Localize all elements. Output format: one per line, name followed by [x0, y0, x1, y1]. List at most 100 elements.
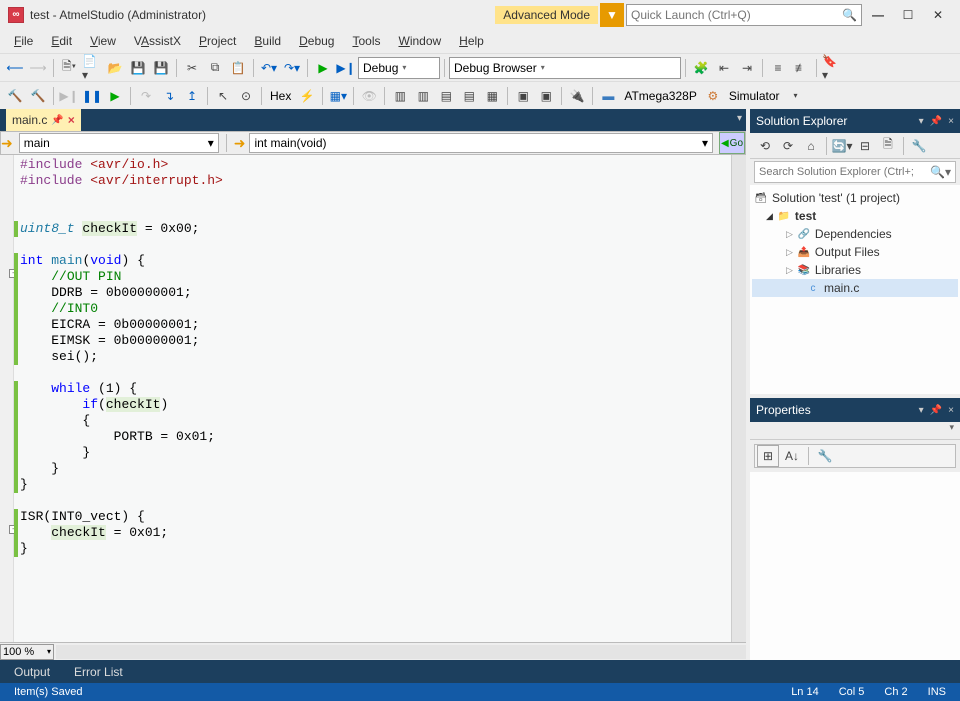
redo-button[interactable]: ↷▾ — [281, 57, 303, 79]
refresh-icon[interactable]: 🔄▾ — [831, 135, 853, 157]
step-into-button[interactable]: ↴ — [158, 85, 180, 107]
panel-menu-icon[interactable]: ▾ — [919, 405, 924, 416]
w5-icon[interactable]: ▦ — [481, 85, 503, 107]
menu-window[interactable]: Window — [390, 32, 449, 50]
close-button[interactable]: ✕ — [924, 4, 952, 26]
open-button[interactable]: 📂 — [104, 57, 126, 79]
pin-icon[interactable]: 📌 — [930, 405, 942, 416]
props-drop[interactable]: ▾ — [750, 422, 960, 440]
pin-icon[interactable]: 📌 — [930, 116, 942, 127]
uncomment-button[interactable]: ≢ — [790, 57, 812, 79]
memory-button[interactable]: ▦▾ — [327, 85, 349, 107]
w1-icon[interactable]: ▥ — [389, 85, 411, 107]
minimize-button[interactable]: — — [864, 4, 892, 26]
horizontal-scrollbar[interactable] — [56, 645, 746, 659]
pause-button[interactable]: ❚❚ — [81, 85, 103, 107]
pin-icon[interactable]: 📌 — [51, 115, 63, 126]
output-files-node[interactable]: ▷📤Output Files — [752, 243, 958, 261]
step-out-button[interactable]: ↥ — [181, 85, 203, 107]
back-icon[interactable]: ⟲ — [754, 135, 776, 157]
menu-build[interactable]: Build — [246, 32, 289, 50]
solution-search-input[interactable] — [755, 166, 926, 178]
member-combo[interactable]: int main(void)▾ — [249, 133, 713, 153]
save-button[interactable]: 💾 — [127, 57, 149, 79]
maximize-button[interactable]: ☐ — [894, 4, 922, 26]
alphabetical-icon[interactable]: A↓ — [781, 445, 803, 467]
close-icon[interactable]: × — [948, 405, 954, 416]
paste-button[interactable]: 📋 — [227, 57, 249, 79]
w2-icon[interactable]: ▥ — [412, 85, 434, 107]
indent-more-button[interactable]: ⇥ — [736, 57, 758, 79]
libraries-node[interactable]: ▷📚Libraries — [752, 261, 958, 279]
undo-button[interactable]: ↶▾ — [258, 57, 280, 79]
config-combo[interactable]: Debug▾ — [358, 57, 440, 79]
chip1-icon[interactable]: ▣ — [512, 85, 534, 107]
add-item-button[interactable]: 📄▾ — [81, 57, 103, 79]
project-node[interactable]: ◢📁test — [752, 207, 958, 225]
panel-menu-icon[interactable]: ▾ — [919, 116, 924, 127]
code-editor[interactable]: #include <avr/io.h>#include <avr/interru… — [14, 155, 731, 642]
prop-wrench-icon[interactable]: 🔧 — [814, 445, 836, 467]
nav-back-button[interactable]: ⟵ — [4, 57, 26, 79]
close-icon[interactable]: × — [68, 113, 75, 127]
watch-button[interactable]: 👁 — [358, 85, 380, 107]
tool-label[interactable]: Simulator — [725, 89, 784, 103]
menu-vassistx[interactable]: VAssistX — [126, 32, 189, 50]
solution-node[interactable]: 🗃Solution 'test' (1 project) — [752, 189, 958, 207]
hex-toggle[interactable]: Hex — [266, 89, 295, 103]
step-over-button[interactable]: ↷ — [135, 85, 157, 107]
disasm-icon[interactable]: ⚡ — [296, 85, 318, 107]
bookmark-button[interactable]: 🔖▾ — [821, 57, 843, 79]
categorized-icon[interactable]: ⊞ — [757, 445, 779, 467]
tool-drop[interactable]: ▾ — [785, 85, 807, 107]
go-button[interactable]: ◀Go — [719, 132, 745, 154]
dependencies-node[interactable]: ▷🔗Dependencies — [752, 225, 958, 243]
close-icon[interactable]: × — [948, 116, 954, 127]
collapse-icon[interactable]: ⊟ — [854, 135, 876, 157]
home-icon[interactable]: ⌂ — [800, 135, 822, 157]
zoom-combo[interactable]: 100 %▾ — [0, 644, 54, 660]
fwd-icon[interactable]: ⟳ — [777, 135, 799, 157]
w4-icon[interactable]: ▤ — [458, 85, 480, 107]
solution-search[interactable]: 🔍▾ — [754, 161, 956, 183]
cut-button[interactable]: ✂ — [181, 57, 203, 79]
device-label[interactable]: ATmega328P — [620, 89, 701, 103]
run-button[interactable]: ▶❙ — [335, 57, 357, 79]
toolbox-icon[interactable]: 🧩 — [690, 57, 712, 79]
menu-help[interactable]: Help — [451, 32, 492, 50]
file-node-mainc[interactable]: cmain.c — [752, 279, 958, 297]
nav-fwd-button[interactable]: ⟶ — [27, 57, 49, 79]
menu-edit[interactable]: Edit — [43, 32, 80, 50]
build-button[interactable]: 🔨 — [4, 85, 26, 107]
breakpoint-icon[interactable]: ⊙ — [235, 85, 257, 107]
continue-button[interactable]: ▶ — [104, 85, 126, 107]
start-debug-button[interactable]: ▶ — [312, 57, 334, 79]
tab-overflow-icon[interactable]: ▾ — [737, 113, 742, 124]
quick-launch-box[interactable]: 🔍 — [626, 4, 862, 26]
advanced-mode-toggle[interactable]: ▼ — [600, 3, 624, 27]
menu-tools[interactable]: Tools — [344, 32, 388, 50]
editor-gutter[interactable] — [0, 155, 14, 642]
vertical-scrollbar[interactable] — [731, 155, 746, 642]
show-all-icon[interactable]: 🗎 — [877, 135, 899, 157]
stop-button[interactable]: ▶❙ — [58, 85, 80, 107]
comment-button[interactable]: ≡ — [767, 57, 789, 79]
menu-debug[interactable]: Debug — [291, 32, 342, 50]
solution-tree[interactable]: 🗃Solution 'test' (1 project) ◢📁test ▷🔗De… — [750, 185, 960, 394]
cursor-icon[interactable]: ↖ — [212, 85, 234, 107]
output-tab[interactable]: Output — [4, 663, 60, 681]
new-project-button[interactable]: 🗎▾ — [58, 57, 80, 79]
device-conn-icon[interactable]: 🔌 — [566, 85, 588, 107]
w3-icon[interactable]: ▤ — [435, 85, 457, 107]
error-list-tab[interactable]: Error List — [64, 663, 133, 681]
chip2-icon[interactable]: ▣ — [535, 85, 557, 107]
copy-button[interactable]: ⧉ — [204, 57, 226, 79]
quick-launch-input[interactable] — [631, 8, 842, 22]
menu-project[interactable]: Project — [191, 32, 244, 50]
debug-browser-combo[interactable]: Debug Browser▾ — [449, 57, 681, 79]
menu-view[interactable]: View — [82, 32, 124, 50]
scope-combo[interactable]: main▾ — [19, 133, 219, 153]
document-tab-mainc[interactable]: main.c 📌 × — [6, 109, 81, 131]
menu-file[interactable]: FFileile — [6, 32, 41, 50]
properties-icon[interactable]: 🔧 — [908, 135, 930, 157]
